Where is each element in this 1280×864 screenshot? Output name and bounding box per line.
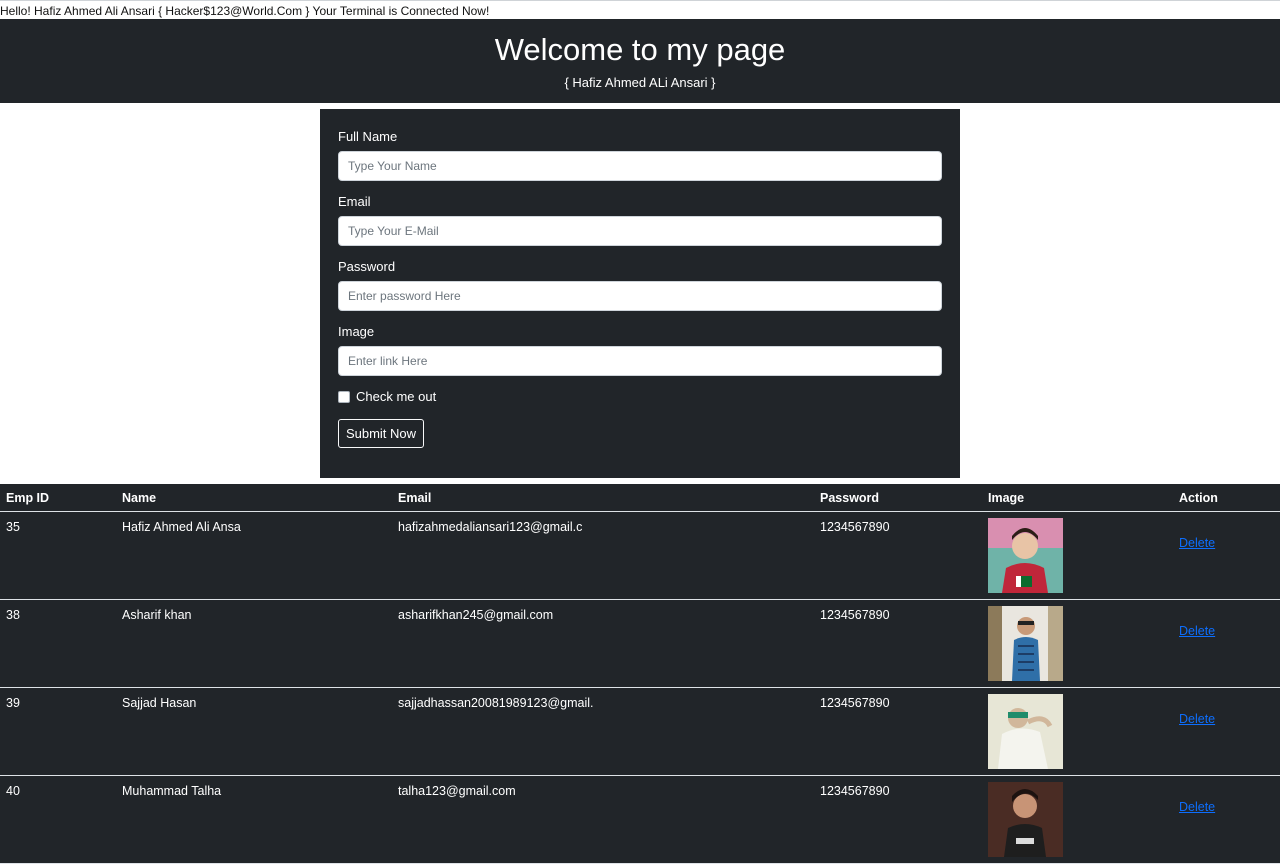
email-cell: talha123@gmail.com bbox=[398, 784, 516, 798]
email-cell: hafizahmedaliansari123@gmail.c bbox=[398, 520, 583, 534]
employee-photo bbox=[988, 694, 1063, 769]
emp-id-cell: 38 bbox=[6, 608, 20, 622]
password-cell: 1234567890 bbox=[820, 696, 890, 710]
table-header: Emp ID Name Email Password Image Action bbox=[0, 484, 1280, 512]
table-row: 35 Hafiz Ahmed Ali Ansa hafizahmedalians… bbox=[0, 512, 1280, 600]
banner-text: Hello! Hafiz Ahmed Ali Ansari { Hacker$1… bbox=[0, 4, 490, 18]
employee-table: Emp ID Name Email Password Image Action … bbox=[0, 484, 1280, 864]
emp-id-cell: 35 bbox=[6, 520, 20, 534]
check-me-out-label[interactable]: Check me out bbox=[356, 389, 436, 405]
col-action: Action bbox=[1179, 491, 1218, 505]
table-row: 39 Sajjad Hasan sajjadhassan20081989123@… bbox=[0, 688, 1280, 776]
employee-photo bbox=[988, 518, 1063, 593]
col-email: Email bbox=[398, 491, 432, 505]
delete-link[interactable]: Delete bbox=[1179, 536, 1215, 550]
image-link-input[interactable] bbox=[338, 346, 942, 376]
name-cell: Sajjad Hasan bbox=[122, 696, 197, 710]
image-label: Image bbox=[338, 324, 375, 339]
employee-photo bbox=[988, 782, 1063, 857]
email-cell: asharifkhan245@gmail.com bbox=[398, 608, 554, 622]
delete-link[interactable]: Delete bbox=[1179, 800, 1215, 814]
table-row: 40 Muhammad Talha talha123@gmail.com 123… bbox=[0, 776, 1280, 864]
email-label: Email bbox=[338, 194, 371, 209]
password-input[interactable] bbox=[338, 281, 942, 311]
col-name: Name bbox=[122, 491, 157, 505]
employee-photo bbox=[988, 606, 1063, 681]
delete-link[interactable]: Delete bbox=[1179, 712, 1215, 726]
submit-button[interactable]: Submit Now bbox=[338, 419, 424, 448]
email-cell: sajjadhassan20081989123@gmail. bbox=[398, 696, 594, 710]
name-cell: Hafiz Ahmed Ali Ansa bbox=[122, 520, 241, 534]
page-title: Welcome to my page bbox=[494, 32, 786, 67]
password-cell: 1234567890 bbox=[820, 784, 890, 798]
email-input[interactable] bbox=[338, 216, 942, 246]
col-password: Password bbox=[820, 491, 880, 505]
password-cell: 1234567890 bbox=[820, 520, 890, 534]
emp-id-cell: 39 bbox=[6, 696, 20, 710]
page-subtitle: { Hafiz Ahmed ALi Ansari } bbox=[564, 75, 716, 90]
name-cell: Muhammad Talha bbox=[122, 784, 222, 798]
delete-link[interactable]: Delete bbox=[1179, 624, 1215, 638]
check-me-out-checkbox[interactable] bbox=[338, 391, 350, 403]
col-image: Image bbox=[988, 491, 1025, 505]
password-cell: 1234567890 bbox=[820, 608, 890, 622]
connection-banner: Hello! Hafiz Ahmed Ali Ansari { Hacker$1… bbox=[0, 0, 1280, 19]
full-name-input[interactable] bbox=[338, 151, 942, 181]
name-cell: Asharif khan bbox=[122, 608, 192, 622]
table-row: 38 Asharif khan asharifkhan245@gmail.com… bbox=[0, 600, 1280, 688]
password-label: Password bbox=[338, 259, 396, 274]
emp-id-cell: 40 bbox=[6, 784, 20, 798]
check-me-out: Check me out bbox=[338, 389, 436, 405]
page-header: Welcome to my page { Hafiz Ahmed ALi Ans… bbox=[0, 19, 1280, 103]
employee-form: Full Name Email Password Image Check me … bbox=[320, 109, 960, 478]
full-name-label: Full Name bbox=[338, 129, 398, 144]
col-emp-id: Emp ID bbox=[6, 491, 50, 505]
